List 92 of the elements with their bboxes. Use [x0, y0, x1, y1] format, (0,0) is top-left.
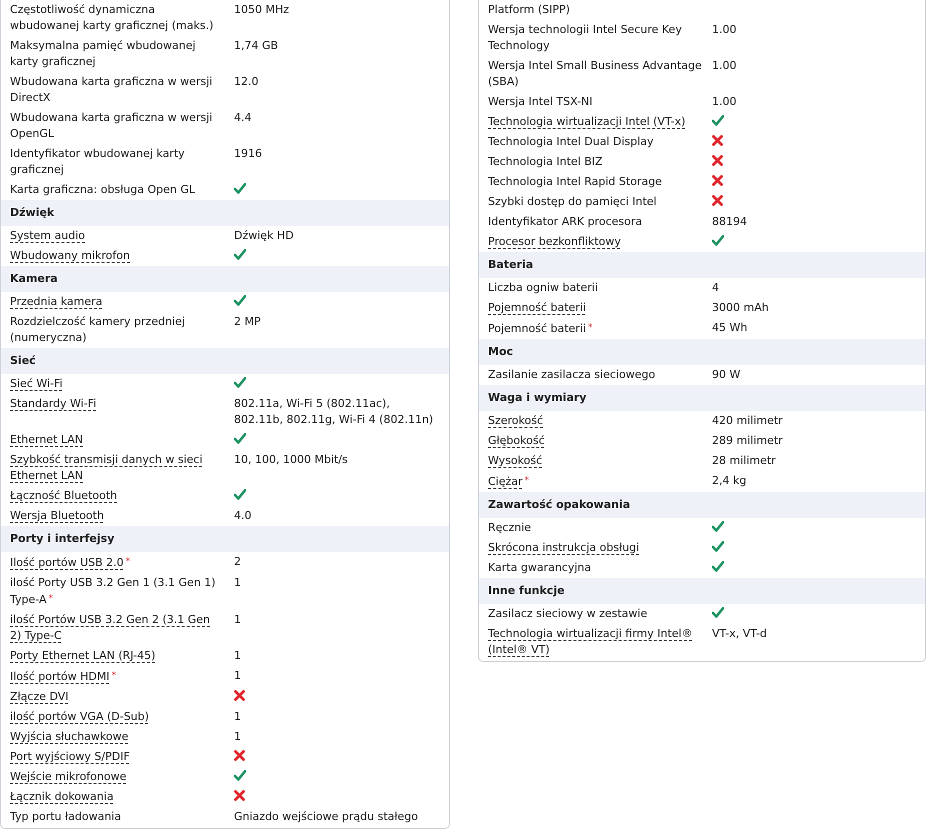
spec-value: 1 — [234, 612, 242, 628]
spec-value: 289 milimetr — [712, 433, 784, 449]
spec-value: 2 — [234, 554, 242, 570]
spec-label: Sieć Wi-Fi — [10, 376, 64, 392]
spec-label: Technologia Intel Rapid Storage — [488, 174, 663, 190]
spec-label: ilość portów VGA (D-Sub) — [10, 709, 150, 725]
spec-value: 1916 — [234, 146, 263, 162]
spec-value: Gniazdo wejściowe prądu stałego — [234, 809, 420, 825]
spec-label: Wbudowana karta graficzna w wersji DirectX — [10, 74, 214, 106]
spec-value: 1 — [234, 668, 242, 684]
section-header: Bateria — [479, 252, 925, 278]
spec-label: Głębokość — [488, 433, 546, 449]
spec-label: Wejście mikrofonowe — [10, 769, 128, 785]
spec-value: 1050 MHz — [234, 2, 290, 18]
spec-label: Karta graficzna: obsługa Open GL — [10, 182, 196, 198]
spec-label: Wysokość — [488, 453, 544, 469]
spec-label: Łącznik dokowania — [10, 789, 115, 805]
spec-label: Identyfikator ARK procesora — [488, 214, 644, 230]
spec-label: Procesor bezkonfliktowy — [488, 234, 622, 250]
spec-label: Ręcznie — [488, 520, 532, 536]
spec-label: Technologia Intel Dual Display — [488, 134, 655, 150]
spec-label: Wersja Bluetooth — [10, 508, 105, 524]
spec-label: Identyfikator wbudowanej karty graficznej — [10, 146, 186, 178]
spec-label: Maksymalna pamięć wbudowanej karty graficznej — [10, 38, 197, 70]
section-header: Zawartość opakowania — [479, 492, 925, 518]
spec-label: Typ portu ładowania — [10, 809, 122, 825]
spec-value: 1.00 — [712, 22, 738, 38]
section-header: Dźwięk — [1, 200, 449, 226]
spec-value: 28 milimetr — [712, 453, 777, 469]
spec-value: 1 — [234, 709, 242, 725]
spec-value: 4.0 — [234, 508, 252, 524]
spec-label: Wbudowana karta graficzna w wersji OpenGL — [10, 110, 214, 142]
spec-label: Szerokość — [488, 413, 544, 429]
spec-label: Zasilacz sieciowy w zestawie — [488, 606, 648, 622]
spec-label: Technologia wirtualizacji Intel (VT-x) — [488, 114, 686, 130]
spec-label: Szybki dostęp do pamięci Intel — [488, 194, 658, 210]
spec-value: 1,74 GB — [234, 38, 280, 54]
spec-value: 45 Wh — [712, 320, 748, 336]
section-header: Moc — [479, 339, 925, 365]
spec-label: Wersja Intel TSX-NI — [488, 94, 594, 110]
spec-value: 88194 — [712, 214, 748, 230]
spec-value: 2,4 kg — [712, 473, 748, 489]
spec-label: Przednia kamera — [10, 294, 104, 310]
spec-label: Liczba ogniw baterii — [488, 280, 599, 296]
spec-value: 802.11a, Wi-Fi 5 (802.11ac), 802.11b, 802.11g, Wi-Fi 4 (802.11n) — [234, 396, 434, 428]
spec-value: 420 milimetr — [712, 413, 784, 429]
section-header: Porty i interfejsy — [1, 526, 449, 552]
spec-label: Port wyjściowy S/PDIF — [10, 749, 131, 765]
spec-value: 3000 mAh — [712, 300, 770, 316]
spec-label: ilość Portów USB 3.2 Gen 2 (3.1 Gen 2) Type-C — [10, 612, 212, 644]
spec-label: Złącze DVI — [10, 689, 70, 705]
spec-label: Wersja technologii Intel Secure Key Technology — [488, 22, 683, 54]
spec-value: 1 — [234, 729, 242, 745]
section-header: Sieć — [1, 348, 449, 374]
spec-label: Ethernet LAN — [10, 432, 84, 448]
spec-value: 4.4 — [234, 110, 252, 126]
spec-label: Wyjścia słuchawkowe — [10, 729, 130, 745]
spec-value: 2 MP — [234, 314, 262, 330]
spec-label: Porty Ethernet LAN (RJ-45) — [10, 648, 156, 664]
spec-label: Platform (SIPP) — [488, 2, 571, 18]
spec-label: Łączność Bluetooth — [10, 488, 118, 504]
spec-label: Częstotliwość dynamiczna wbudowanej karty graficznej (maks.) — [10, 2, 214, 34]
spec-label: Ilość portów HDMI $^{*}$ — [10, 669, 118, 685]
spec-value: 1 — [234, 648, 242, 664]
spec-label: System audio — [10, 228, 86, 244]
spec-label: Wersja Intel Small Business Advantage (SBA) — [488, 58, 703, 90]
spec-label: Wbudowany mikrofon — [10, 248, 131, 264]
spec-value: 90 W — [712, 367, 742, 383]
spec-label: Technologia wirtualizacji firmy Intel® (Intel® VT) — [488, 626, 694, 658]
spec-value: 4 — [712, 280, 720, 296]
spec-value: 1.00 — [712, 58, 738, 74]
spec-label: Ilość portów USB 2.0 $^{*}$ — [10, 555, 132, 571]
section-header: Waga i wymiary — [479, 385, 925, 411]
spec-label: Skrócona instrukcja obsługi — [488, 540, 640, 556]
section-header: Inne funkcje — [479, 578, 925, 604]
spec-value: 12.0 — [234, 74, 260, 90]
spec-value: Dźwięk HD — [234, 228, 295, 244]
spec-label: Standardy Wi-Fi — [10, 396, 98, 412]
spec-label: Zasilanie zasilacza sieciowego — [488, 367, 656, 383]
spec-label: Ciężar $^{*}$ — [488, 474, 530, 490]
spec-label: Szybkość transmisji danych w sieci Ethernet LAN — [10, 452, 204, 484]
spec-label: Rozdzielczość kamery przedniej (numeryczna) — [10, 314, 186, 346]
spec-value: 1 — [234, 575, 242, 591]
spec-label: Technologia Intel BIZ — [488, 154, 604, 170]
spec-value: 1.00 — [712, 94, 738, 110]
spec-value: 10, 100, 1000 Mbit/s — [234, 452, 349, 468]
section-header: Kamera — [1, 266, 449, 292]
spec-label: Pojemność baterii $^{*}$ — [488, 321, 594, 337]
spec-label: Pojemność baterii — [488, 300, 587, 316]
spec-label: Karta gwarancyjna — [488, 560, 592, 576]
spec-value: VT-x, VT-d — [712, 626, 768, 642]
spec-label: ilość Porty USB 3.2 Gen 1 (3.1 Gen 1) Type-A $^{*}$ — [10, 575, 217, 608]
